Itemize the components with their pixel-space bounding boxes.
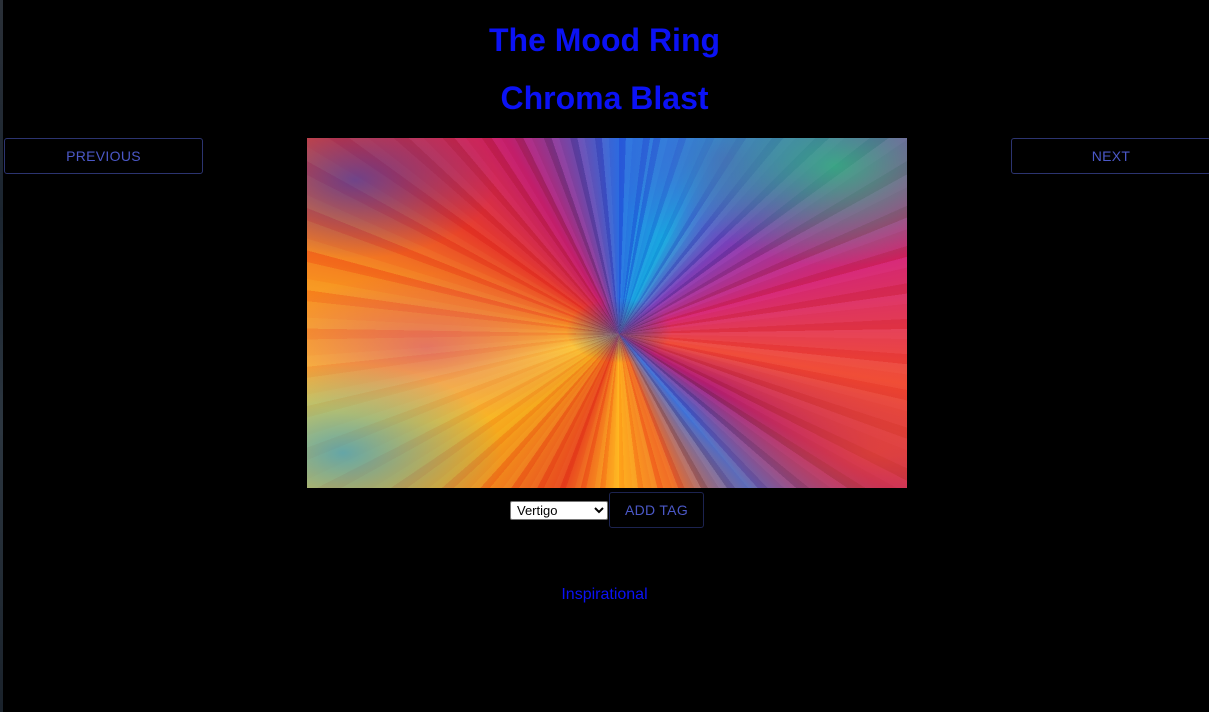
artwork-image bbox=[307, 138, 907, 488]
tag-item: Inspirational bbox=[561, 586, 648, 603]
tag-list: Inspirational bbox=[0, 585, 1209, 605]
next-button[interactable]: NEXT bbox=[1011, 138, 1209, 174]
page: The Mood Ring Chroma Blast PREVIOUS NEXT… bbox=[0, 0, 1209, 712]
add-tag-button[interactable]: ADD TAG bbox=[609, 492, 704, 528]
tag-select[interactable]: Vertigo bbox=[510, 501, 608, 520]
previous-button[interactable]: PREVIOUS bbox=[4, 138, 203, 174]
image-title: Chroma Blast bbox=[500, 80, 709, 116]
app-title: The Mood Ring bbox=[488, 22, 721, 58]
